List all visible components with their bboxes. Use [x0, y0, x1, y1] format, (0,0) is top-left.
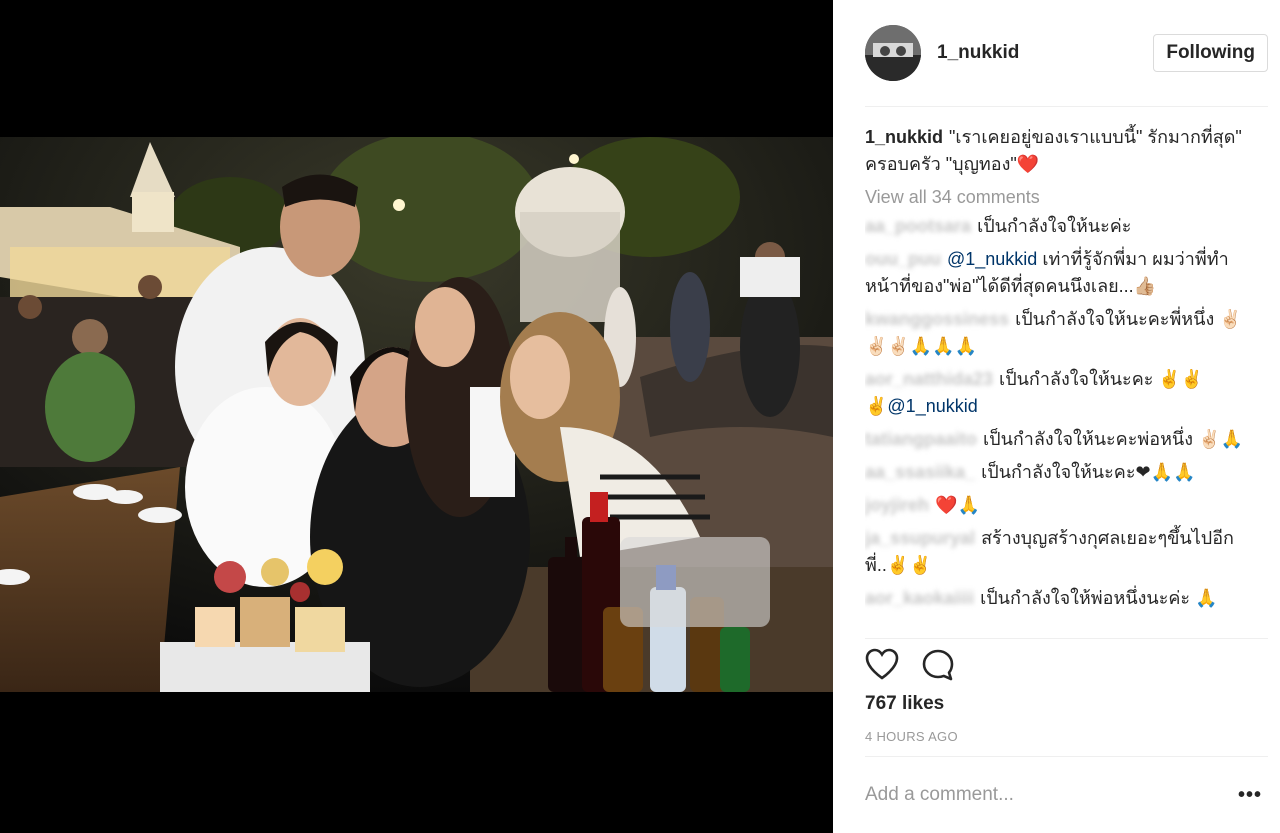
actions-divider	[865, 638, 1268, 639]
speech-bubble-icon[interactable]	[921, 648, 955, 687]
comments-list[interactable]: 1_nukkid "เราเคยอยู่ของเราแบบนี้" รักมากท…	[865, 124, 1255, 634]
post-actions	[865, 648, 955, 687]
header-divider	[865, 106, 1268, 107]
comment-username[interactable]: aa_ssasiika_	[865, 462, 975, 482]
avatar-image	[865, 25, 921, 81]
comment-text: เป็นกำลังใจให้นะค่ะ	[977, 216, 1132, 236]
comment-text: เป็นกำลังใจให้นะคะ ✌✌	[999, 369, 1204, 389]
comment-mention[interactable]: @1_nukkid	[947, 249, 1037, 269]
like-count[interactable]: 767 likes	[865, 693, 944, 715]
comment-item: aa_pootsara เป็นกำลังใจให้นะค่ะ	[865, 213, 1255, 240]
comment-item: kwanggossiness เป็นกำลังใจให้นะคะพี่หนึ่ง…	[865, 306, 1255, 360]
comment-item: aor_natthida23 เป็นกำลังใจให้นะคะ ✌✌ ✌@1_n…	[865, 366, 1255, 420]
comment-username[interactable]: aa_pootsara	[865, 216, 971, 236]
comment-username[interactable]: joyjireh	[865, 495, 929, 515]
comment-text: ❤️🙏	[935, 495, 980, 515]
post-timestamp[interactable]: 4 HOURS AGO	[865, 729, 958, 744]
caption-username[interactable]: 1_nukkid	[865, 127, 943, 147]
comment-item: ja_ssupuryal สร้างบุญสร้างกุศลเยอะๆขึ้นไป…	[865, 525, 1255, 579]
comment-text: เป็นกำลังใจให้นะคะ❤🙏🙏	[981, 462, 1196, 482]
post-sidebar: 1_nukkid Following 1_nukkid "เราเคยอยู่ขอ…	[833, 0, 1280, 833]
following-button[interactable]: Following	[1153, 34, 1268, 72]
view-all-comments-link[interactable]: View all 34 comments	[865, 184, 1255, 211]
comment-username[interactable]: aor_kaokaiiii	[865, 588, 974, 608]
comment-text: เป็นกำลังใจให้นะคะพ่อหนึ่ง ✌🏻🙏	[983, 429, 1243, 449]
comment-item: ouu_puu @1_nukkid เท่าที่รู้จักพี่มา ผมว่…	[865, 246, 1255, 300]
comment-username[interactable]: tatiangpaaito	[865, 429, 977, 449]
comment-username[interactable]: ja_ssupuryal	[865, 528, 975, 548]
post-caption: 1_nukkid "เราเคยอยู่ของเราแบบนี้" รักมากท…	[865, 124, 1255, 178]
comment-text: เป็นกำลังใจให้พ่อหนึ่งนะค่ะ 🙏	[980, 588, 1218, 608]
post-header: 1_nukkid Following	[865, 24, 1268, 82]
more-options-icon[interactable]: •••	[1238, 784, 1262, 807]
comment-username[interactable]: aor_natthida23	[865, 369, 993, 389]
photo-illustration	[0, 137, 833, 692]
heart-icon[interactable]	[865, 648, 899, 687]
comment-item: aa_ssasiika_ เป็นกำลังใจให้นะคะ❤🙏🙏	[865, 459, 1255, 486]
comment-item: aor_kaokaiiii เป็นกำลังใจให้พ่อหนึ่งนะค่ะ…	[865, 585, 1255, 612]
comment-mention[interactable]: ✌@1_nukkid	[865, 396, 978, 416]
username-link[interactable]: 1_nukkid	[937, 42, 1019, 64]
add-comment-input[interactable]: Add a comment...	[865, 784, 1014, 806]
comment-input-divider	[865, 756, 1268, 757]
comment-item: tatiangpaaito เป็นกำลังใจให้นะคะพ่อหนึ่ง …	[865, 426, 1255, 453]
post-photo[interactable]	[0, 137, 833, 692]
photo-pane	[0, 0, 833, 833]
avatar[interactable]	[865, 25, 921, 81]
comment-username[interactable]: ouu_puu	[865, 249, 941, 269]
comment-item: joyjireh ❤️🙏	[865, 492, 1255, 519]
comment-username[interactable]: kwanggossiness	[865, 309, 1009, 329]
